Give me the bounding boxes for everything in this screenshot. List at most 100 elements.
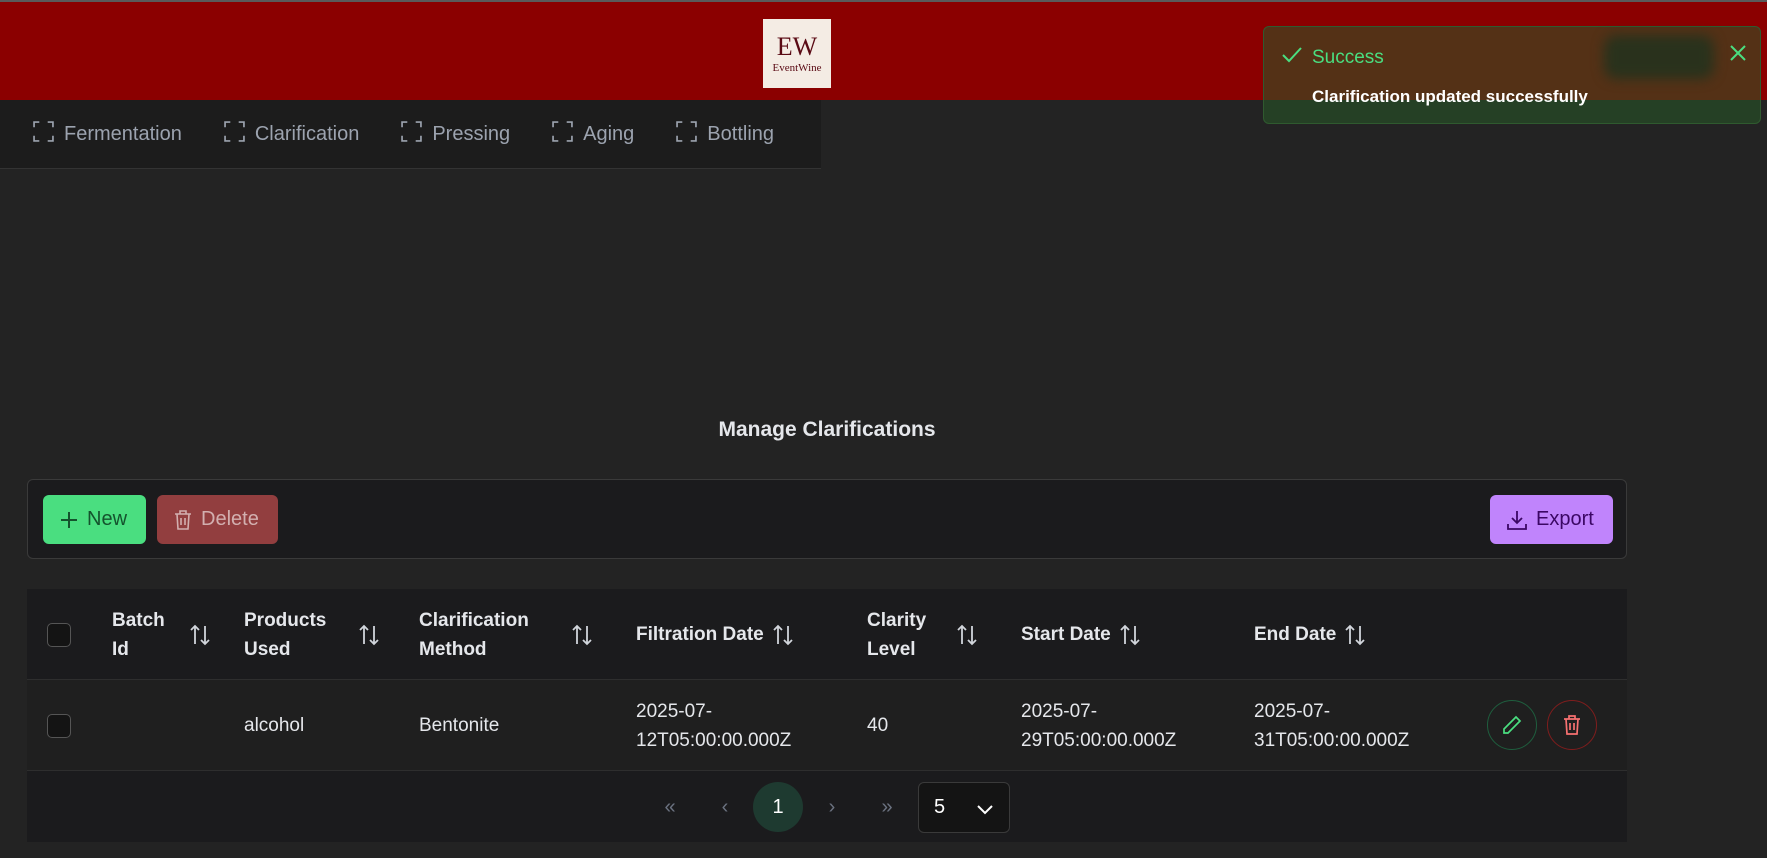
column-header-products-used[interactable]: Products Used [244,589,394,680]
rows-per-page-select[interactable]: 5 [918,782,1010,833]
header-line: Clarity [867,609,927,631]
previous-page-button[interactable]: ‹ [705,782,745,832]
cell-filtration-date: 2025-07- 12T05:00:00.000Z [636,680,791,771]
cell-clarity-level: 40 [867,715,889,736]
select-all-checkbox[interactable] [47,622,71,647]
sort-icon [190,624,210,645]
sort-icon [773,624,793,645]
header-text: Start Date [1021,620,1111,649]
column-header-clarity-level[interactable]: Clarity Level [867,589,1007,680]
tab-label: Fermentation [64,123,182,145]
cell-start-date: 2025-07- 29T05:00:00.000Z [1021,680,1176,771]
tab-clarification[interactable]: Clarification [203,100,380,169]
column-header-clarification-method[interactable]: Clarification Method [419,589,619,680]
date-text: 2025-07- 31T05:00:00.000Z [1254,697,1409,755]
delete-button-label: Delete [201,508,259,530]
first-page-button[interactable]: « [650,782,690,832]
date-text: 2025-07- 12T05:00:00.000Z [636,697,791,755]
date-line: 31T05:00:00.000Z [1254,729,1410,751]
row-select-cell [47,680,71,771]
column-header-end-date[interactable]: End Date [1254,589,1454,680]
header-line: Filtration Date [636,624,764,645]
header-line: Used [244,638,291,660]
pagination: « ‹ 1 › » 5 [27,771,1627,842]
table-row[interactable]: alcohol Bentonite 2025-07- 12T05:00:00.00… [27,680,1627,771]
date-line: 2025-07- [1254,700,1331,722]
table-header: Batch Id Products Used Clarification Method… [27,589,1627,680]
column-header-filtration-date[interactable]: Filtration Date [636,589,836,680]
edit-row-button[interactable] [1487,700,1537,750]
new-button-label: New [87,508,128,530]
header-text: Clarity Level [867,606,926,664]
header-line: Method [419,638,487,660]
header-line: Level [867,638,916,660]
sort-icon [957,624,977,645]
tab-bottling[interactable]: Bottling [655,100,795,169]
header-text: Filtration Date [636,620,764,649]
close-icon[interactable] [1726,41,1750,65]
cell-end-date: 2025-07- 31T05:00:00.000Z [1254,680,1409,771]
focus-frame-icon [224,121,245,142]
column-header-start-date[interactable]: Start Date [1021,589,1221,680]
export-button-label: Export [1536,508,1594,530]
focus-frame-icon [676,121,698,142]
date-line: 2025-07- [636,700,713,722]
tab-label: Bottling [707,123,775,145]
sort-icon [359,624,379,645]
blurred-backdrop [1604,35,1714,79]
date-text: 2025-07- 29T05:00:00.000Z [1021,697,1176,755]
focus-frame-icon [552,121,573,142]
header-line: Id [112,638,129,660]
tab-fermentation[interactable]: Fermentation [12,100,203,169]
row-checkbox[interactable] [47,713,71,738]
header-line: Clarification [419,609,529,631]
clarifications-table: Batch Id Products Used Clarification Method… [27,589,1627,842]
table-toolbar: New Delete Export [27,479,1627,559]
header-line: End Date [1254,624,1337,645]
cell-clarification-method: Bentonite [419,715,500,736]
new-button[interactable]: New [43,495,146,544]
rows-per-page-value: 5 [934,796,946,818]
focus-frame-icon [33,121,54,142]
check-icon [1282,47,1302,63]
header-text: End Date [1254,620,1336,649]
header-text: Products Used [244,606,326,664]
cell-products-used: alcohol [244,715,305,736]
eventwine-logo[interactable]: EW EventWine [763,19,831,88]
date-line: 29T05:00:00.000Z [1021,729,1177,751]
logo-text: EventWine [772,61,822,74]
tab-label: Clarification [254,123,360,145]
pencil-icon [1503,715,1522,734]
sort-icon [1345,624,1365,645]
plus-icon [61,511,77,528]
focus-frame-icon [401,121,423,142]
success-toast: Success Clarification updated successful… [1263,26,1761,124]
logo-mark: EW [776,31,818,61]
header-line: Products [244,609,327,631]
tab-label: Pressing [432,123,511,145]
sort-icon [1120,624,1140,645]
page-1-button[interactable]: 1 [753,782,803,832]
header-text: Batch Id [112,606,165,664]
sort-icon [572,624,592,645]
page-title: Manage Clarifications [718,418,936,441]
date-line: 2025-07- [1021,700,1098,722]
tab-label: Aging [583,123,635,145]
process-tabs: Fermentation Clarification Pressing Agin… [0,100,821,169]
trash-icon [175,509,191,530]
column-header-batch-id[interactable]: Batch Id [112,589,222,680]
header-line: Start Date [1021,624,1111,645]
export-button[interactable]: Export [1490,495,1613,544]
toast-title: Success [1312,47,1384,68]
delete-button[interactable]: Delete [157,495,278,544]
download-icon [1507,510,1527,530]
tab-pressing[interactable]: Pressing [380,100,531,169]
next-page-button[interactable]: › [812,782,852,832]
toast-message: Clarification updated successfully [1312,87,1588,106]
last-page-button[interactable]: » [867,782,907,832]
tab-aging[interactable]: Aging [531,100,655,169]
select-all-cell [47,589,71,680]
trash-icon [1564,715,1580,735]
delete-row-button[interactable] [1547,700,1597,750]
chevron-down-icon [977,805,993,815]
